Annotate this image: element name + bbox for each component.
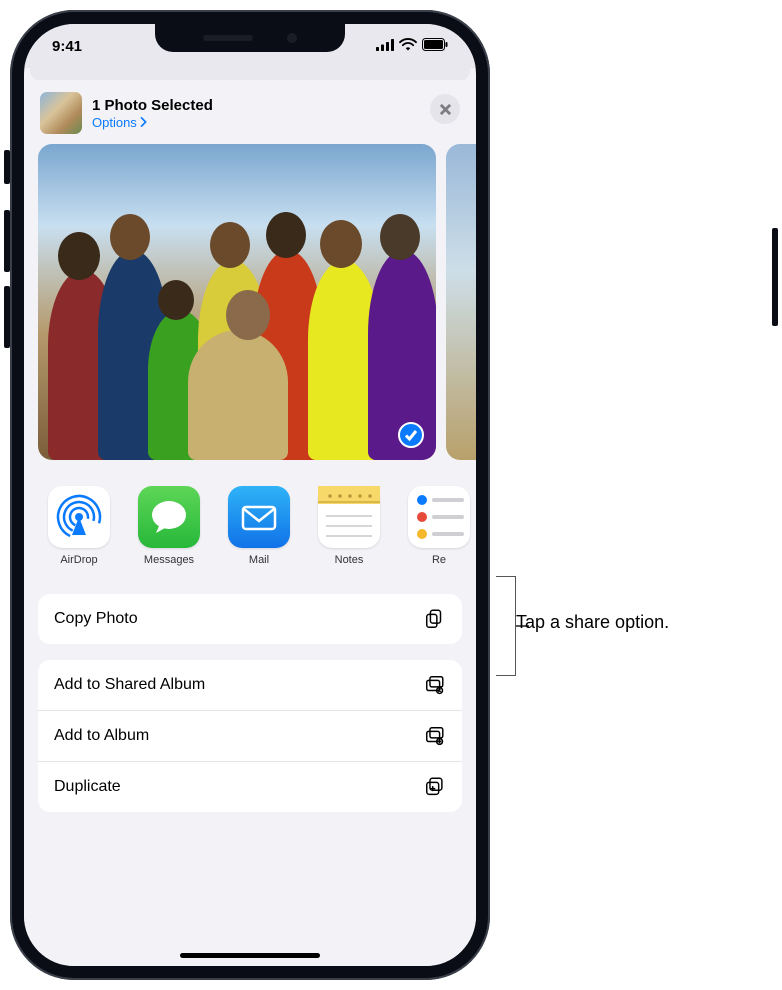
action-label: Add to Album	[54, 727, 149, 745]
copy-icon	[424, 608, 446, 630]
wifi-icon	[399, 38, 417, 55]
share-apps-row[interactable]: AirDrop Messages Mail	[24, 478, 476, 578]
share-title: 1 Photo Selected	[92, 97, 213, 115]
close-button[interactable]	[430, 94, 460, 124]
app-label: Re	[432, 554, 446, 566]
header-thumbnail	[40, 92, 82, 134]
chevron-right-icon	[140, 117, 148, 127]
selected-photo[interactable]	[38, 144, 436, 460]
duplicate-icon	[424, 776, 446, 798]
share-app-reminders[interactable]: Re	[406, 486, 472, 566]
photo-preview-row[interactable]	[24, 144, 476, 478]
action-copy-photo[interactable]: Copy Photo	[38, 594, 462, 644]
action-label: Duplicate	[54, 778, 121, 796]
add-album-icon	[424, 725, 446, 747]
next-photo-peek[interactable]	[446, 144, 476, 460]
messages-icon	[138, 486, 200, 548]
shared-album-icon	[424, 674, 446, 696]
app-label: AirDrop	[60, 554, 97, 566]
reminders-icon	[408, 486, 470, 548]
annotation-text: Tap a share option.	[516, 612, 669, 633]
screen: 9:41 1 Photo Selected Op	[24, 24, 476, 966]
notes-icon	[318, 486, 380, 548]
battery-icon	[422, 38, 448, 55]
status-time: 9:41	[52, 38, 82, 55]
iphone-frame: 9:41 1 Photo Selected Op	[10, 10, 490, 980]
selected-checkmark-icon	[398, 422, 424, 448]
share-app-messages[interactable]: Messages	[136, 486, 202, 566]
share-app-airdrop[interactable]: AirDrop	[46, 486, 112, 566]
action-label: Copy Photo	[54, 610, 138, 628]
mail-icon	[228, 486, 290, 548]
share-app-notes[interactable]: Notes	[316, 486, 382, 566]
options-label: Options	[92, 115, 137, 130]
action-group-copy: Copy Photo	[38, 594, 462, 644]
share-sheet: 1 Photo Selected Options	[24, 80, 476, 966]
close-icon	[439, 103, 452, 116]
app-label: Mail	[249, 554, 269, 566]
share-sheet-header: 1 Photo Selected Options	[24, 80, 476, 144]
action-group-albums: Add to Shared Album Add to Album Duplica…	[38, 660, 462, 812]
notch	[155, 24, 345, 52]
action-add-shared-album[interactable]: Add to Shared Album	[38, 660, 462, 710]
action-label: Add to Shared Album	[54, 676, 205, 694]
annotation-bracket	[496, 576, 516, 676]
home-indicator[interactable]	[180, 953, 320, 958]
side-power-button	[772, 228, 778, 326]
app-label: Messages	[144, 554, 194, 566]
cellular-icon	[376, 38, 394, 55]
options-link[interactable]: Options	[92, 115, 213, 130]
action-duplicate[interactable]: Duplicate	[38, 761, 462, 812]
action-add-album[interactable]: Add to Album	[38, 710, 462, 761]
share-app-mail[interactable]: Mail	[226, 486, 292, 566]
app-label: Notes	[335, 554, 364, 566]
airdrop-icon	[48, 486, 110, 548]
